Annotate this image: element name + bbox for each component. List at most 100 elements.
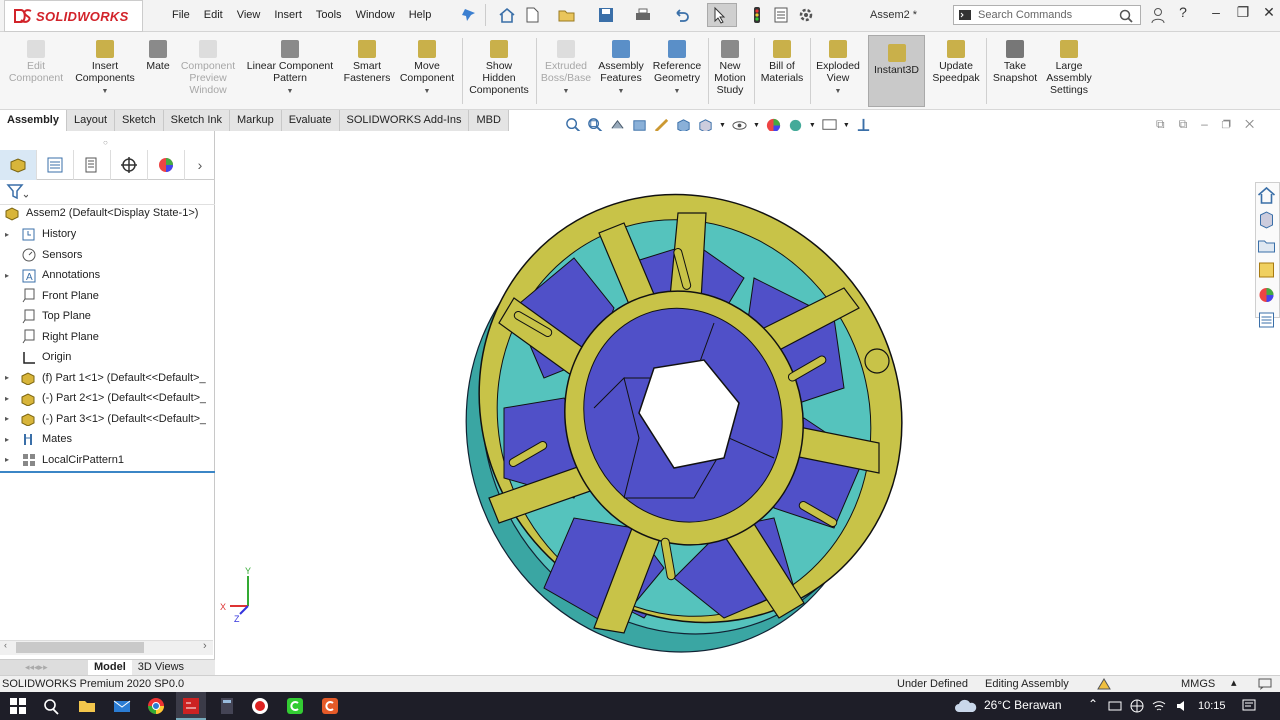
wifi-icon[interactable] (1152, 699, 1166, 713)
solidworks-taskbar-button[interactable] (176, 692, 206, 720)
camtasia-icon[interactable] (286, 697, 304, 715)
help-comment-icon[interactable] (1258, 678, 1272, 690)
menu-file[interactable]: File (165, 9, 197, 21)
menu-view[interactable]: View (230, 9, 268, 21)
tab-property-manager[interactable] (37, 149, 74, 180)
file-explorer-taskbar-icon[interactable] (78, 697, 96, 715)
menu-edit[interactable]: Edit (197, 9, 230, 21)
expand-arrow-icon[interactable]: ▸ (5, 414, 17, 423)
tab-mbd[interactable]: MBD (469, 110, 509, 131)
bill-of-materials-button[interactable]: Bill of Materials (758, 36, 806, 84)
weather-text[interactable]: 26°C Berawan (984, 698, 1062, 712)
instant3d-button[interactable]: Instant3D (868, 35, 925, 107)
tree-item[interactable]: ▸ Mates (0, 429, 215, 449)
tab-model[interactable]: Model (88, 660, 132, 675)
save-icon[interactable] (597, 6, 615, 24)
view-palette-icon[interactable] (1256, 260, 1277, 280)
volume-icon[interactable] (1175, 699, 1189, 713)
reference-geometry-button[interactable]: Reference Geometry ▼ (650, 36, 704, 98)
chevron-right-icon[interactable]: › (185, 157, 215, 173)
extruded-boss-button[interactable]: Extruded Boss/Base ▼ (540, 36, 592, 98)
mail-icon[interactable] (113, 697, 131, 715)
select-tool-button[interactable] (707, 3, 737, 27)
tab-assembly[interactable]: Assembly (0, 110, 67, 131)
language-icon[interactable] (1130, 699, 1144, 713)
filter-icon[interactable] (6, 183, 28, 201)
tab-evaluate[interactable]: Evaluate (281, 110, 340, 131)
insert-components-button[interactable]: Insert Components ▼ (72, 36, 138, 98)
tab-addins[interactable]: SOLIDWORKS Add-Ins (339, 110, 470, 131)
chevron-up-icon[interactable]: ⌃ (1088, 697, 1098, 711)
tab-display-manager[interactable] (148, 149, 185, 180)
tree-item[interactable]: ▸ (-) Part 2<1> (Default<<Default>_ (0, 388, 215, 408)
large-assembly-settings-button[interactable]: Large Assembly Settings (1044, 36, 1094, 96)
menu-insert[interactable]: Insert (267, 9, 309, 21)
undo-icon[interactable] (672, 6, 690, 24)
tab-layout[interactable]: Layout (66, 110, 116, 131)
menu-tools[interactable]: Tools (309, 9, 349, 21)
design-library-icon[interactable] (1256, 210, 1277, 230)
update-speedpak-button[interactable]: Update Speedpak (930, 36, 982, 84)
chevron-down-icon[interactable]: ▼ (843, 122, 850, 129)
smart-fasteners-button[interactable]: Smart Fasteners (340, 36, 394, 84)
search-commands-input[interactable]: Search Commands (953, 5, 1141, 25)
component-preview-window-button[interactable]: Component Preview Window (176, 36, 240, 96)
tab-sketch-ink[interactable]: Sketch Ink (163, 110, 231, 131)
tree-item[interactable]: ▸ (-) Part 3<1> (Default<<Default>_ (0, 409, 215, 429)
rebuild-icon[interactable] (1096, 677, 1112, 691)
tab-feature-manager[interactable] (0, 149, 37, 180)
scrollbar-thumb[interactable] (16, 642, 144, 653)
open-folder-icon[interactable] (558, 6, 576, 24)
tab-markup[interactable]: Markup (230, 110, 282, 131)
expand-arrow-icon[interactable]: ▸ (5, 435, 17, 444)
graphics-area[interactable]: Y X Z (216, 131, 1280, 659)
calculator-icon[interactable] (218, 697, 236, 715)
tab-configuration-manager[interactable] (74, 149, 111, 180)
move-component-button[interactable]: Move Component ▼ (397, 36, 457, 98)
viewport-window-controls[interactable]: ⧉⧉–❐✕ (1156, 117, 1268, 132)
expand-arrow-icon[interactable]: ▸ (5, 394, 17, 403)
pin-icon[interactable] (460, 6, 478, 24)
exploded-view-button[interactable]: Exploded View ▼ (814, 36, 862, 98)
expand-arrow-icon[interactable]: ▸ (5, 455, 17, 464)
expand-arrow-icon[interactable]: ▸ (5, 271, 17, 280)
gear-icon[interactable] (797, 6, 815, 24)
tree-item[interactable]: Right Plane (0, 327, 215, 347)
tree-item[interactable]: Top Plane (0, 306, 215, 326)
rollback-bar[interactable] (0, 471, 215, 473)
show-hidden-components-button[interactable]: Show Hidden Components (466, 36, 532, 96)
search-taskbar-icon[interactable] (42, 697, 60, 715)
file-explorer-icon[interactable] (1256, 235, 1277, 255)
network-icon[interactable] (1108, 699, 1122, 713)
tree-item[interactable]: Sensors (0, 245, 215, 265)
file-properties-icon[interactable] (772, 6, 790, 24)
edit-component-button[interactable]: Edit Component (6, 36, 66, 84)
chrome-icon[interactable] (147, 697, 165, 715)
expand-arrow-icon[interactable]: ▸ (5, 230, 17, 239)
solidworks-logo[interactable]: SOLIDWORKS (4, 0, 143, 32)
scroll-right-icon[interactable]: › (203, 640, 207, 652)
appearances-icon[interactable] (1256, 285, 1277, 305)
print-icon[interactable] (634, 6, 652, 24)
tab-dimxpert-manager[interactable] (111, 149, 148, 180)
menu-help[interactable]: Help (402, 9, 439, 21)
panel-grip[interactable]: ○ (103, 138, 108, 147)
clock[interactable]: 10:15 (1198, 700, 1226, 712)
record-icon[interactable] (251, 697, 269, 715)
search-icon[interactable] (1118, 8, 1134, 24)
mate-button[interactable]: Mate (142, 36, 174, 72)
assembly-model[interactable]: Y X Z (216, 131, 1280, 659)
home-icon[interactable] (1256, 185, 1277, 205)
app-c-icon[interactable] (321, 697, 339, 715)
restore-button[interactable]: ❐ (1232, 4, 1254, 24)
scroll-left-icon[interactable]: ‹ (4, 640, 7, 650)
chevron-down-icon[interactable]: ▼ (809, 122, 816, 129)
tree-item[interactable]: ▸ A Annotations (0, 265, 215, 285)
traffic-light-icon[interactable] (748, 6, 766, 24)
tree-item[interactable]: Origin (0, 347, 215, 367)
new-motion-study-button[interactable]: New Motion Study (710, 36, 750, 96)
chevron-up-icon[interactable]: ▴ (1231, 676, 1237, 689)
menu-window[interactable]: Window (349, 9, 402, 21)
linear-component-pattern-button[interactable]: Linear Component Pattern ▼ (244, 36, 336, 98)
windows-start-icon[interactable] (9, 697, 27, 715)
